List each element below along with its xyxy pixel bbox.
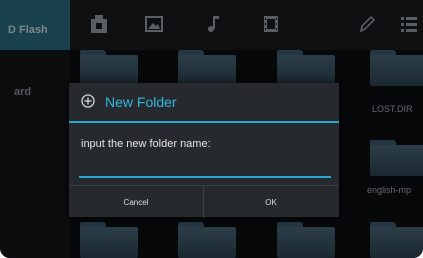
add-circle-icon <box>81 94 95 108</box>
dialog-header: New Folder <box>69 83 339 123</box>
dialog-button-bar: Cancel OK <box>69 185 339 218</box>
folder-name-input[interactable] <box>79 164 331 178</box>
cancel-button[interactable]: Cancel <box>69 186 203 218</box>
dialog-prompt: input the new folder name: <box>81 138 211 150</box>
file-manager-screen: D Flash ard LOST.DIR english-mp New Fold… <box>0 0 423 258</box>
dialog-title: New Folder <box>105 94 177 110</box>
ok-button[interactable]: OK <box>204 186 338 218</box>
new-folder-dialog: New Folder input the new folder name: Ca… <box>69 83 339 218</box>
